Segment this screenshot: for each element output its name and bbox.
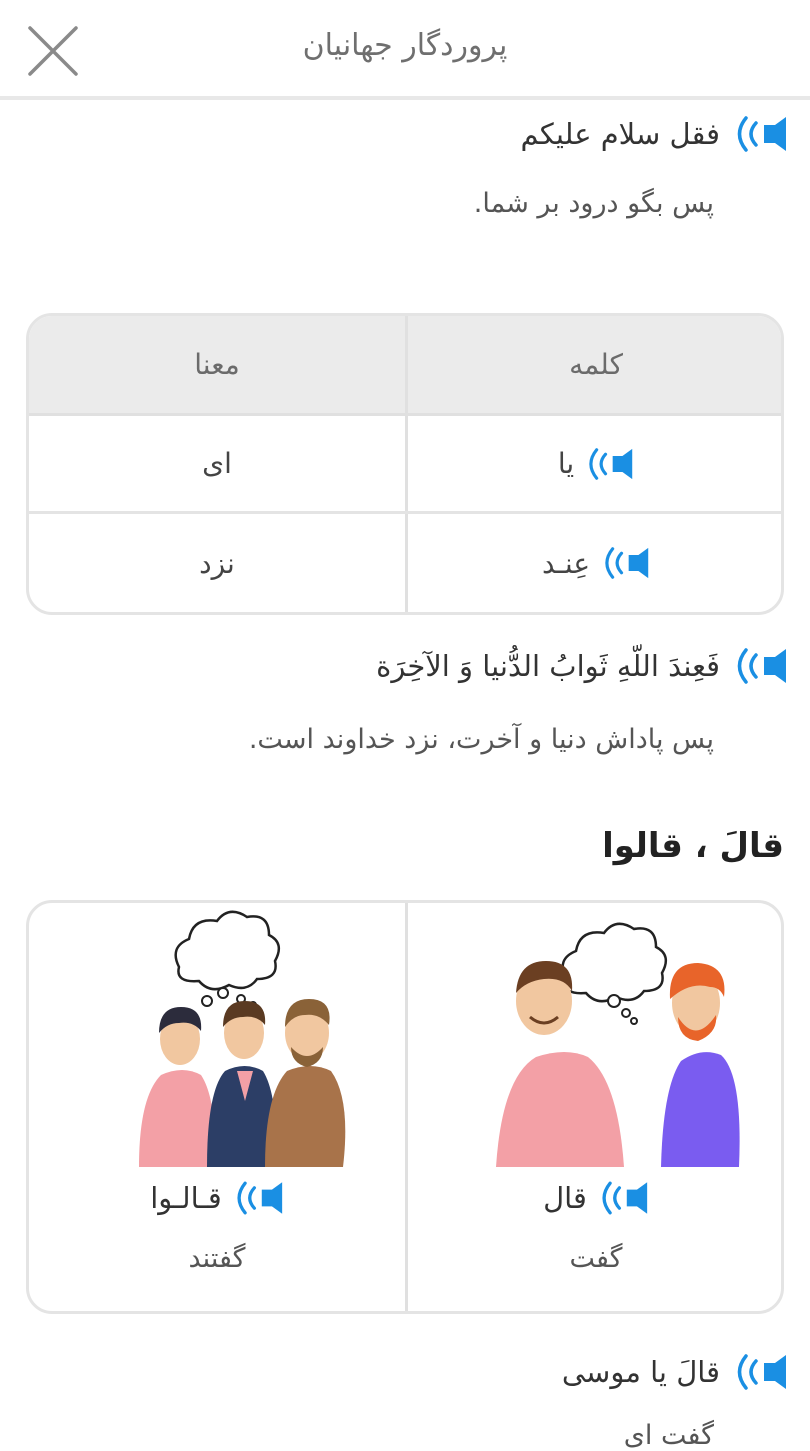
picture-meaning: گفت: [569, 1243, 623, 1274]
verse-translation: گفت ای: [623, 1420, 714, 1451]
picture-word-row: قـالـوا: [29, 1179, 405, 1217]
verse-line-2: فَعِندَ اللّهِ ثَوابُ الدُّنیا وَ الآخِر…: [376, 646, 788, 686]
page-title: پروردگار جهانیان: [302, 28, 508, 63]
verse-translation: پس بگو درود بر شما.: [473, 188, 714, 219]
picture-item: قـالـوا گفتند: [29, 903, 405, 1311]
speaker-icon[interactable]: [234, 1179, 284, 1217]
table-row: یا ای: [29, 416, 781, 514]
verse-arabic: قالَ یا موسی: [561, 1355, 720, 1389]
picture-item: قال گفت: [408, 903, 781, 1311]
word-cell: یا: [408, 416, 781, 511]
word-text: عِنـد: [541, 546, 591, 580]
verse-arabic: فَعِندَ اللّهِ ثَوابُ الدُّنیا وَ الآخِر…: [376, 649, 720, 683]
picture-meaning: گفتند: [188, 1243, 246, 1274]
table-header: کلمه معنا: [29, 316, 781, 416]
speaker-icon[interactable]: [734, 114, 788, 154]
picture-card: قال گفت قـالـوا گفتند: [26, 900, 784, 1314]
picture-word-row: قال: [408, 1179, 781, 1217]
column-header-meaning: معنا: [194, 348, 240, 381]
verse-line-1: فقل سلام علیکم: [521, 114, 788, 154]
close-button[interactable]: [24, 22, 82, 80]
meaning-cell: ای: [202, 447, 232, 480]
vocabulary-table: کلمه معنا یا ای عِنـد نزد: [26, 313, 784, 615]
speaker-icon[interactable]: [734, 646, 788, 686]
table-row: عِنـد نزد: [29, 514, 781, 612]
verse-line-3: قالَ یا موسی: [562, 1352, 788, 1392]
meaning-cell: نزد: [199, 546, 235, 580]
word-cell: عِنـد: [408, 514, 781, 612]
speaker-icon[interactable]: [586, 446, 634, 482]
speaking-man-illustration: [496, 922, 740, 1167]
column-header-word: کلمه: [569, 348, 623, 381]
section-title: قالَ ، قالوا: [602, 826, 784, 866]
verse-translation: پس پاداش دنیا و آخرت، نزد خداوند است.: [248, 724, 714, 755]
header-bar: پروردگار جهانیان: [0, 0, 810, 100]
picture-word: قـالـوا: [150, 1181, 222, 1215]
speaking-group-illustration: [139, 910, 346, 1167]
speaker-icon[interactable]: [734, 1352, 788, 1392]
speaker-icon[interactable]: [602, 545, 650, 581]
speaker-icon[interactable]: [599, 1179, 649, 1217]
picture-word: قال: [543, 1181, 587, 1215]
verse-arabic: فقل سلام علیکم: [520, 117, 720, 151]
word-text: یا: [557, 447, 575, 480]
close-icon: [28, 26, 78, 76]
